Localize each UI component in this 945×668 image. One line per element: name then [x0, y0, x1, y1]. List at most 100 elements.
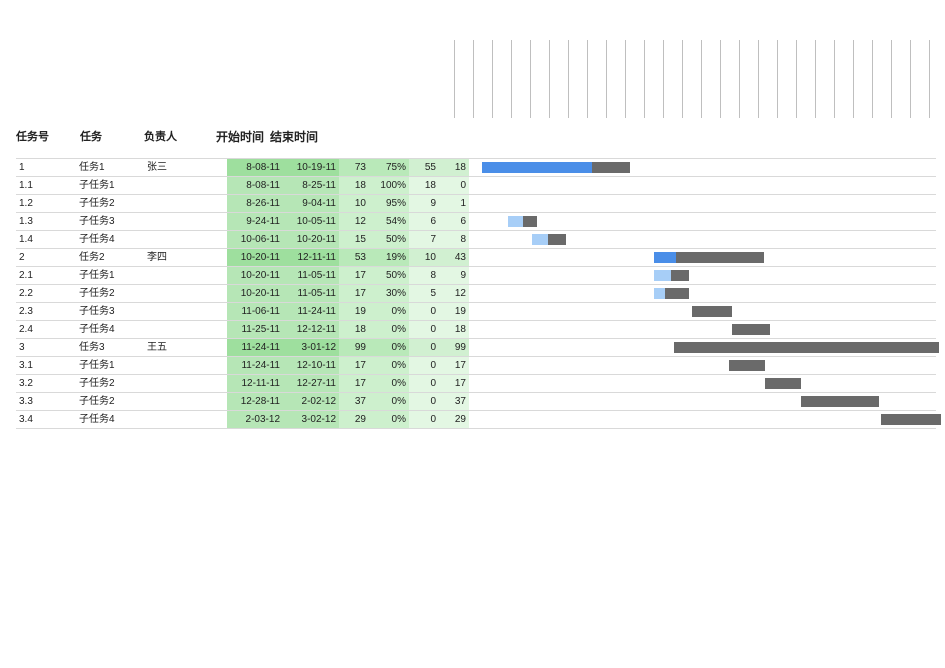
cell-task: 子任务1	[76, 177, 136, 194]
header-end: 结束时间	[270, 128, 318, 145]
table-row[interactable]: 3.2子任务212-11-1112-27-11170%017	[16, 374, 936, 392]
gantt-lane	[454, 339, 942, 356]
axis-tick	[568, 40, 569, 118]
cell-d1: 37	[339, 393, 369, 410]
cell-d1: 73	[339, 159, 369, 176]
table-row[interactable]: 1.2子任务28-26-119-04-111095%91	[16, 194, 936, 212]
cell-owner	[144, 375, 184, 392]
cell-end: 3-01-12	[283, 339, 339, 356]
axis-tick	[644, 40, 645, 118]
cell-d1: 17	[339, 357, 369, 374]
cell-d1: 12	[339, 213, 369, 230]
table-row[interactable]: 2任务2李四10-20-1112-11-115319%1043	[16, 248, 936, 266]
gantt-lane	[454, 303, 942, 320]
cell-owner	[144, 195, 184, 212]
table-row[interactable]: 1.3子任务39-24-1110-05-111254%66	[16, 212, 936, 230]
gantt-lane	[454, 177, 942, 194]
cell-task: 子任务1	[76, 267, 136, 284]
cell-d2: 8	[409, 267, 439, 284]
cell-start: 12-28-11	[227, 393, 283, 410]
cell-owner	[144, 393, 184, 410]
cell-id: 2.4	[16, 321, 46, 338]
gantt-bar-gray	[671, 270, 689, 281]
cell-owner	[144, 177, 184, 194]
cell-owner	[144, 411, 184, 428]
cell-start: 10-20-11	[227, 249, 283, 266]
gantt-bar-gray	[676, 252, 764, 263]
cell-d2: 10	[409, 249, 439, 266]
axis-tick	[891, 40, 892, 118]
axis-tick	[663, 40, 664, 118]
gantt-bar-gray	[665, 288, 689, 299]
gantt-lane	[454, 249, 942, 266]
cell-pct: 0%	[369, 393, 409, 410]
cell-pct: 0%	[369, 375, 409, 392]
cell-id: 2	[16, 249, 46, 266]
cell-task: 子任务3	[76, 303, 136, 320]
cell-task: 子任务2	[76, 375, 136, 392]
axis-tick	[492, 40, 493, 118]
axis-tick	[758, 40, 759, 118]
gantt-lane	[454, 357, 942, 374]
cell-pct: 54%	[369, 213, 409, 230]
gantt-bar-lblue	[532, 234, 548, 245]
cell-d2: 5	[409, 285, 439, 302]
cell-start: 8-08-11	[227, 159, 283, 176]
axis-tick	[720, 40, 721, 118]
table-row[interactable]: 2.2子任务210-20-1111-05-111730%512	[16, 284, 936, 302]
table-row[interactable]: 3.1子任务111-24-1112-10-11170%017	[16, 356, 936, 374]
gantt-lane	[454, 285, 942, 302]
gantt-lane	[454, 159, 942, 176]
gantt-bar-gray	[548, 234, 566, 245]
cell-end: 10-19-11	[283, 159, 339, 176]
gantt-lane	[454, 393, 942, 410]
table-row[interactable]: 3.3子任务212-28-112-02-12370%037	[16, 392, 936, 410]
cell-end: 11-05-11	[283, 267, 339, 284]
table-row[interactable]: 1.1子任务18-08-118-25-1118100%180	[16, 176, 936, 194]
cell-task: 子任务1	[76, 357, 136, 374]
gantt-grid: 1任务1张三8-08-1110-19-117375%55181.1 子任务1 8-0…	[16, 158, 936, 429]
cell-task: 子任务2	[76, 285, 136, 302]
cell-id: 3.3	[16, 393, 46, 410]
cell-start: 11-06-11	[227, 303, 283, 320]
table-row[interactable]: 1.4子任务410-06-1110-20-111550%78	[16, 230, 936, 248]
gantt-lane	[454, 375, 942, 392]
table-row[interactable]: 2.4子任务411-25-1112-12-11180%018	[16, 320, 936, 338]
page-root: 任务号 任务 负责人 开始时间 结束时间 1任务1张三8-08-1110-19-…	[0, 0, 945, 668]
table-row[interactable]: 2.3子任务311-06-1111-24-11190%019	[16, 302, 936, 320]
cell-end: 11-05-11	[283, 285, 339, 302]
table-row[interactable]: 3任务3王五11-24-113-01-12990%099	[16, 338, 936, 356]
gantt-bar-gray	[523, 216, 537, 227]
gantt-bar-gray	[801, 396, 879, 407]
cell-start: 11-24-11	[227, 357, 283, 374]
cell-end: 12-12-11	[283, 321, 339, 338]
gantt-lane	[454, 231, 942, 248]
cell-task: 子任务2	[76, 195, 136, 212]
header-start: 开始时间	[216, 128, 264, 145]
cell-d2: 0	[409, 357, 439, 374]
cell-id: 3.1	[16, 357, 46, 374]
cell-end: 3-02-12	[283, 411, 339, 428]
gantt-bar-gray	[592, 162, 630, 173]
axis-tick	[606, 40, 607, 118]
axis-tick	[815, 40, 816, 118]
cell-owner	[144, 267, 184, 284]
cell-owner: 李四	[144, 249, 184, 266]
table-row[interactable]: 1任务1张三8-08-1110-19-117375%5518	[16, 158, 936, 176]
cell-owner	[144, 285, 184, 302]
cell-id: 1.1	[16, 177, 46, 194]
cell-id: 3.4	[16, 411, 46, 428]
cell-d1: 29	[339, 411, 369, 428]
cell-start: 11-24-11	[227, 339, 283, 356]
timeline-axis	[454, 40, 942, 118]
cell-d1: 99	[339, 339, 369, 356]
cell-pct: 75%	[369, 159, 409, 176]
table-row[interactable]: 3.4子任务42-03-123-02-12290%029	[16, 410, 936, 429]
table-row[interactable]: 2.1子任务110-20-1111-05-111750%89	[16, 266, 936, 284]
gantt-bar-gray	[881, 414, 941, 425]
cell-task: 任务2	[76, 249, 136, 266]
cell-owner	[144, 303, 184, 320]
cell-pct: 100%	[369, 177, 409, 194]
gantt-lane	[454, 213, 942, 230]
cell-d2: 0	[409, 375, 439, 392]
